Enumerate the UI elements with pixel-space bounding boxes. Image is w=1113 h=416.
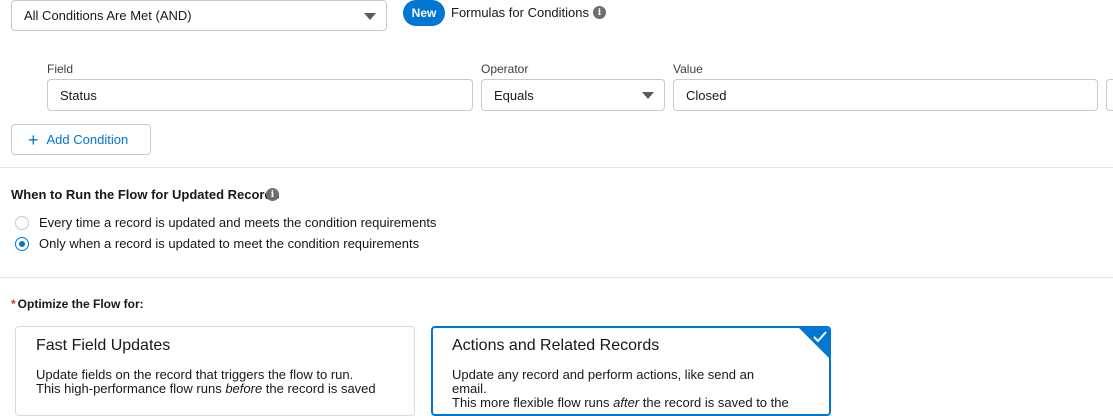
field-label: Field <box>47 62 74 76</box>
chevron-down-icon <box>642 92 654 99</box>
chevron-down-icon <box>364 12 376 20</box>
card-description-line2a: This high-performance flow runs <box>36 381 226 396</box>
radio-option-only-when[interactable]: Only when a record is updated to meet th… <box>15 236 419 251</box>
operator-select[interactable]: Equals <box>481 79 665 111</box>
operator-select-value: Equals <box>494 87 534 103</box>
field-input[interactable]: Status <box>47 79 473 111</box>
card-description-line2b: the record is saved to the <box>639 395 789 410</box>
when-to-run-title: When to Run the Flow for Updated Records <box>11 187 280 202</box>
radio-option-every-time[interactable]: Every time a record is updated and meets… <box>15 215 436 230</box>
value-label: Value <box>673 62 703 76</box>
section-divider <box>0 277 1113 278</box>
optimize-title: * Optimize the Flow for: <box>11 297 144 311</box>
plus-icon: + <box>28 129 39 150</box>
card-description-emphasis: before <box>225 381 263 396</box>
radio-label: Every time a record is updated and meets… <box>39 215 437 230</box>
required-marker: * <box>11 297 16 311</box>
radio-button-checked[interactable] <box>15 236 29 251</box>
formulas-for-conditions-label[interactable]: Formulas for Conditions <box>451 5 589 20</box>
operator-label: Operator <box>481 62 529 76</box>
option-card-actions-related-records[interactable]: Actions and Related Records Update any r… <box>431 326 831 416</box>
card-title: Actions and Related Records <box>452 337 660 354</box>
card-title: Fast Field Updates <box>36 337 171 354</box>
card-description-line1: Update any record and perform actions, l… <box>452 367 755 396</box>
field-input-value: Status <box>60 87 97 103</box>
section-divider <box>0 167 1113 168</box>
add-condition-button[interactable]: + Add Condition <box>11 124 151 155</box>
condition-requirements-value: All Conditions Are Met (AND) <box>24 8 192 23</box>
value-input-value: Closed <box>686 87 727 103</box>
info-icon[interactable]: i <box>266 188 279 201</box>
check-icon <box>813 331 827 343</box>
card-description: Update fields on the record that trigger… <box>36 368 376 396</box>
optimize-title-text: Optimize the Flow for: <box>17 297 144 311</box>
card-description-line2a: This more flexible flow runs <box>452 395 614 410</box>
card-description-emphasis: after <box>613 395 640 410</box>
add-condition-label: Add Condition <box>46 132 129 147</box>
info-icon[interactable]: i <box>593 6 606 19</box>
radio-button[interactable] <box>15 215 29 230</box>
row-actions-button[interactable] <box>1106 79 1113 111</box>
card-description-line2b: the record is saved <box>262 381 376 396</box>
card-description-line1: Update fields on the record that trigger… <box>36 367 354 382</box>
option-card-fast-field-updates[interactable]: Fast Field Updates Update fields on the … <box>15 326 415 416</box>
new-badge: New <box>403 0 445 26</box>
card-description: Update any record and perform actions, l… <box>452 368 792 410</box>
value-input[interactable]: Closed <box>673 79 1098 111</box>
condition-requirements-select[interactable]: All Conditions Are Met (AND) <box>11 0 387 31</box>
radio-label: Only when a record is updated to meet th… <box>39 236 420 251</box>
